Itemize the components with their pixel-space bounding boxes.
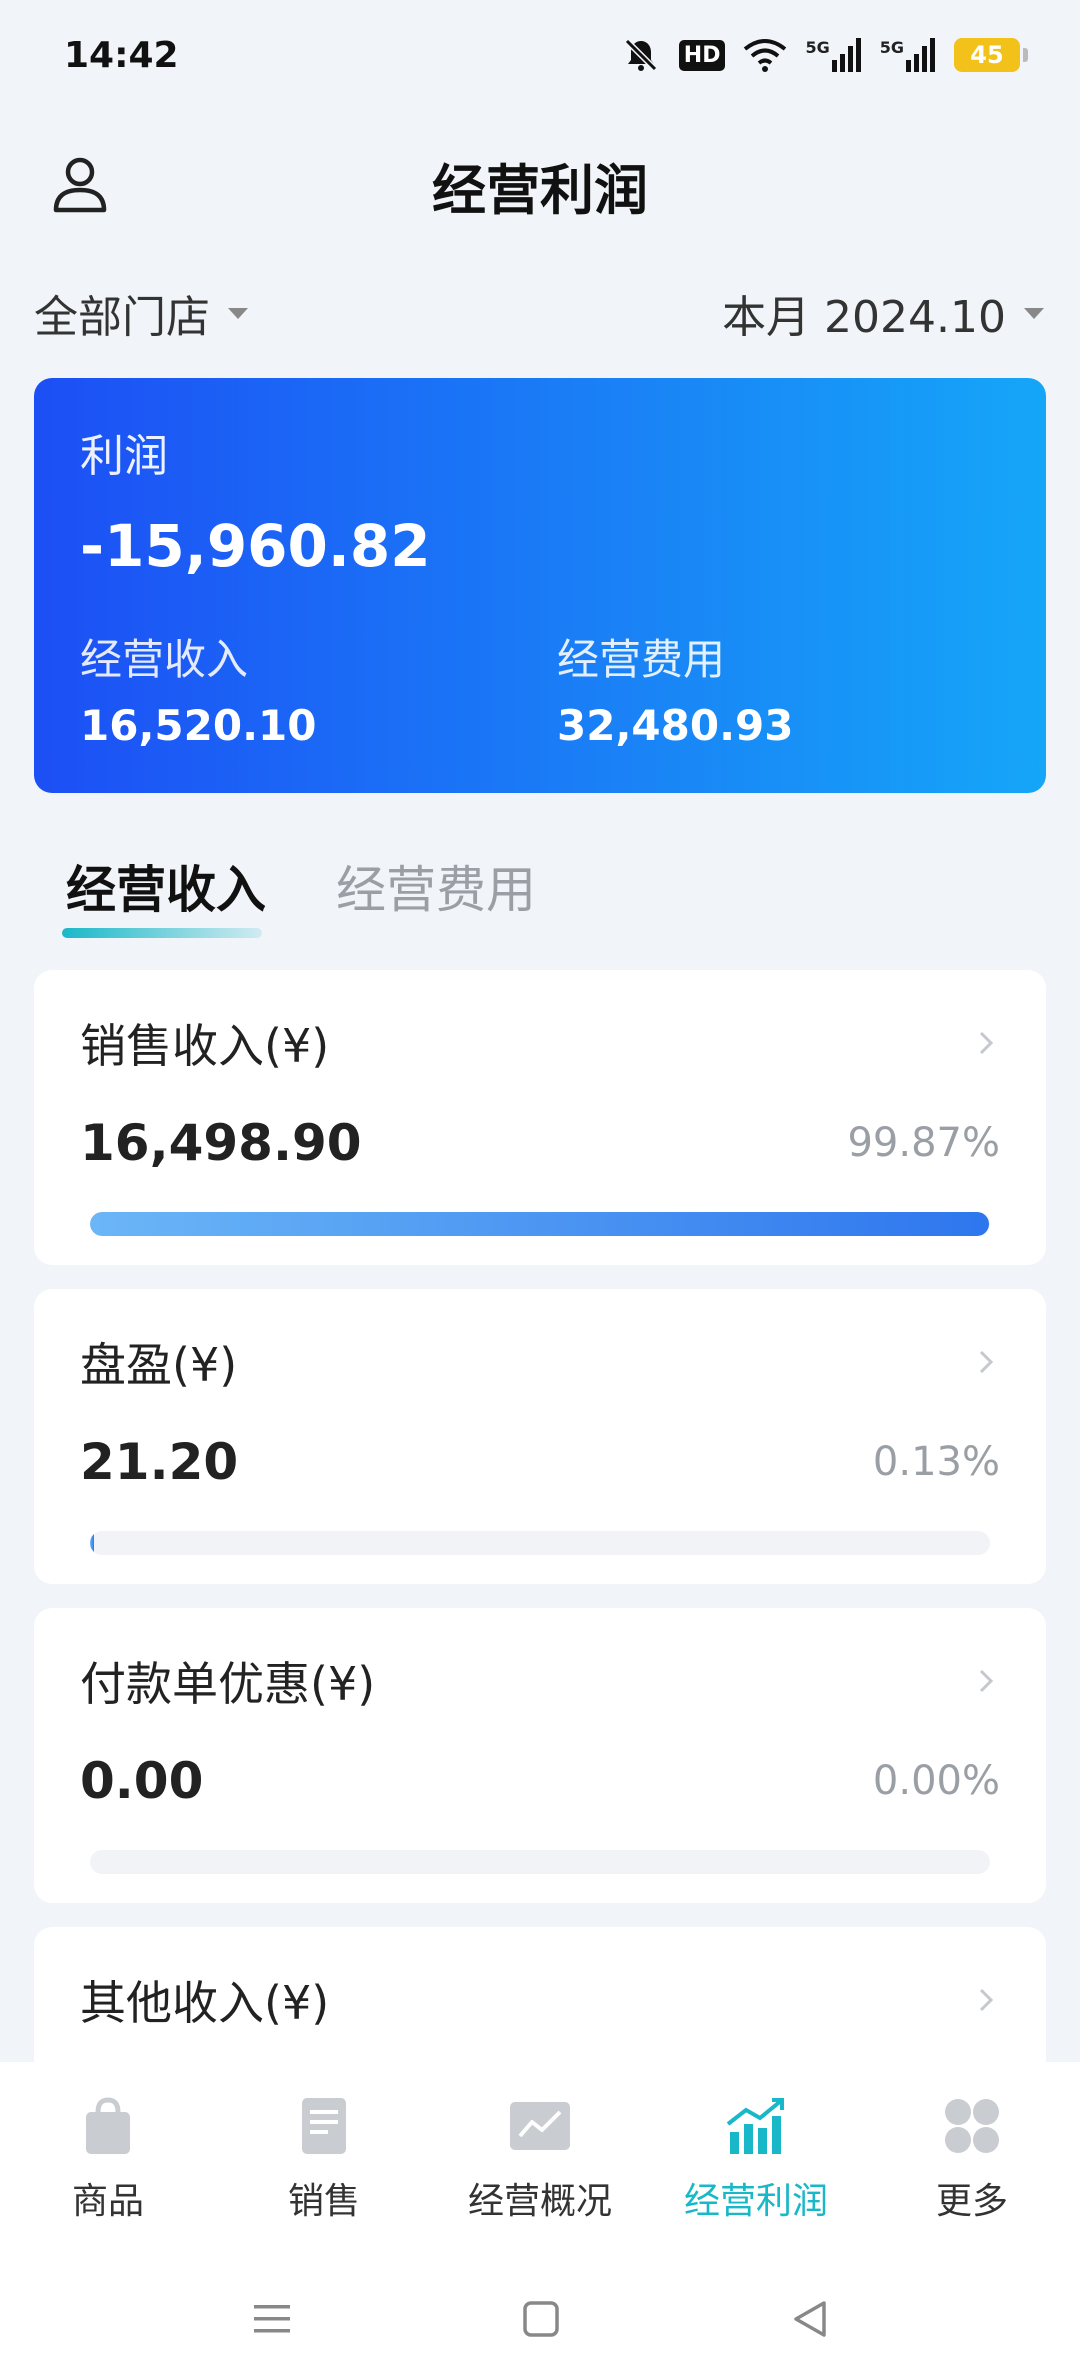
nav-label: 销售: [287, 2181, 360, 2222]
tab-income-label: 经营收入: [66, 861, 266, 919]
store-dropdown[interactable]: 全部门店: [34, 281, 248, 345]
profit-summary-card: 利润 -15,960.82 经营收入 16,520.10 经营费用 32,480…: [34, 378, 1046, 793]
profit-value: -15,960.82: [80, 512, 431, 580]
chevron-right-icon: [979, 1350, 994, 1374]
progress-fill: [90, 1531, 94, 1555]
progress-track: [90, 1850, 990, 1874]
status-bar: 14:42 HD 5G 5G 45: [0, 0, 1080, 110]
header: 经营利润: [0, 120, 1080, 250]
filter-bar: 全部门店 本月 2024.10: [34, 278, 1044, 348]
item-title: 其他收入(¥): [80, 1976, 330, 2030]
chevron-right-icon: [979, 1669, 994, 1693]
bottom-nav: 商品 销售 经营概况 经营利润 更多: [0, 2062, 1080, 2262]
chevron-right-icon: [979, 1031, 994, 1055]
document-icon: [302, 2098, 346, 2154]
nav-item-products[interactable]: 商品: [0, 2094, 216, 2262]
income-item-sales[interactable]: 销售收入(¥) 16,498.90 99.87%: [34, 970, 1046, 1265]
chevron-right-icon: [979, 1988, 994, 2012]
grid-icon: [945, 2099, 999, 2153]
signal-5g-label: 5G: [879, 38, 904, 57]
nav-label: 商品: [71, 2181, 144, 2222]
nav-item-sales[interactable]: 销售: [216, 2094, 432, 2262]
hd-icon: HD: [678, 39, 726, 71]
caret-down-icon: [228, 307, 248, 319]
status-icons: HD 5G 5G 45: [621, 35, 1028, 75]
tab-active-indicator: [62, 928, 262, 938]
item-percent: 99.87%: [847, 1120, 1000, 1166]
income-item-surplus[interactable]: 盘盈(¥) 21.20 0.13%: [34, 1289, 1046, 1584]
page-title: 经营利润: [432, 158, 648, 222]
period-dropdown-label: 本月 2024.10: [722, 292, 1006, 343]
item-value: 21.20: [80, 1433, 239, 1491]
item-percent: 0.13%: [872, 1439, 1000, 1485]
menu-icon[interactable]: [252, 2301, 292, 2337]
income-summary-label: 经营收入: [80, 635, 249, 684]
wifi-icon: [744, 39, 787, 72]
period-dropdown[interactable]: 本月 2024.10: [722, 281, 1044, 345]
progress-track: [90, 1531, 990, 1555]
line-chart-icon: [510, 2102, 570, 2150]
system-nav-bar: [0, 2262, 1080, 2376]
nav-label: 经营利润: [683, 2181, 828, 2222]
shopping-bag-icon: [86, 2097, 130, 2154]
signal-5g-label: 5G: [805, 38, 830, 57]
nav-item-more[interactable]: 更多: [864, 2094, 1080, 2262]
nav-label: 更多: [935, 2181, 1008, 2222]
profit-label: 利润: [80, 431, 168, 482]
expense-summary-label: 经营费用: [557, 635, 726, 684]
nav-item-profit[interactable]: 经营利润: [648, 2094, 864, 2262]
tab-expense-label: 经营费用: [336, 861, 536, 919]
item-title: 付款单优惠(¥): [80, 1657, 376, 1711]
user-icon[interactable]: [48, 152, 112, 216]
progress-track: [90, 1212, 990, 1236]
tab-income[interactable]: 经营收入: [62, 850, 266, 938]
item-percent: 0.00%: [872, 1758, 1000, 1804]
caret-down-icon: [1024, 307, 1044, 319]
expense-summary: 经营费用 32,480.93: [557, 626, 793, 750]
back-icon[interactable]: [790, 2299, 828, 2339]
progress-fill: [90, 1212, 989, 1236]
income-summary: 经营收入 16,520.10: [80, 626, 316, 750]
signal-5g-icon: 5G: [880, 38, 936, 72]
item-title: 销售收入(¥): [80, 1019, 330, 1073]
nav-item-overview[interactable]: 经营概况: [432, 2094, 648, 2262]
bar-chart-icon: [726, 2098, 784, 2154]
item-value: 0.00: [80, 1752, 204, 1810]
item-title: 盘盈(¥): [80, 1338, 238, 1392]
store-dropdown-label: 全部门店: [34, 292, 210, 343]
tab-expense[interactable]: 经营费用: [336, 850, 536, 930]
item-value: 16,498.90: [80, 1114, 362, 1172]
bell-muted-icon: [624, 38, 657, 72]
income-summary-value: 16,520.10: [80, 701, 317, 750]
expense-summary-value: 32,480.93: [557, 701, 794, 750]
income-item-payment-discount[interactable]: 付款单优惠(¥) 0.00 0.00%: [34, 1608, 1046, 1903]
home-icon[interactable]: [522, 2300, 560, 2338]
tab-bar: 经营收入 经营费用: [62, 850, 536, 938]
hd-label: HD: [678, 39, 726, 71]
status-time: 14:42: [64, 34, 179, 76]
battery-icon: 45: [954, 38, 1028, 72]
nav-label: 经营概况: [467, 2181, 612, 2222]
signal-5g-icon: 5G: [805, 38, 861, 72]
